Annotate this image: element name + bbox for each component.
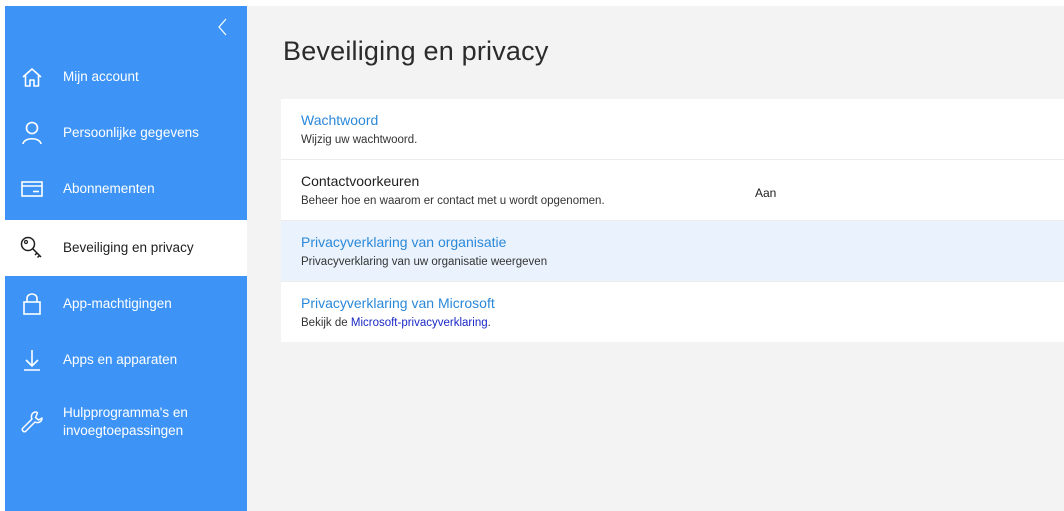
row-description: Privacyverklaring van uw organisatie wee…: [301, 256, 548, 268]
description-prefix: Bekijk de: [301, 317, 351, 329]
row-description: Bekijk de Microsoft-privacyverklaring.: [301, 317, 491, 329]
home-icon: [19, 64, 45, 90]
sidebar-item-label: Mijn account: [63, 69, 139, 84]
row-description: Wijzig uw wachtwoord.: [301, 134, 418, 146]
main-content: Beveiliging en privacy Wachtwoord Wijzig…: [247, 6, 1064, 511]
sidebar-item-label: Abonnementen: [63, 181, 155, 196]
settings-list: Wachtwoord Wijzig uw wachtwoord. Contact…: [281, 99, 1064, 342]
sidebar: Mijn account Persoonlijke gegevens Abonn…: [5, 6, 247, 511]
description-suffix: .: [487, 317, 491, 329]
list-item-privacyverklaring-organisatie[interactable]: Privacyverklaring van organisatie Privac…: [281, 221, 1064, 282]
row-description: Beheer hoe en waarom er contact met u wo…: [301, 195, 605, 207]
sidebar-item-persoonlijke-gegevens[interactable]: Persoonlijke gegevens: [5, 105, 247, 161]
chevron-left-icon[interactable]: [213, 16, 233, 38]
sidebar-item-app-machtigingen[interactable]: App-machtigingen: [5, 276, 247, 332]
wrench-icon: [19, 409, 45, 435]
person-icon: [19, 120, 45, 146]
sidebar-item-beveiliging-en-privacy[interactable]: Beveiliging en privacy: [5, 220, 247, 276]
sidebar-item-label: Apps en apparaten: [63, 352, 178, 367]
row-title-link[interactable]: Privacyverklaring van Microsoft: [301, 295, 495, 311]
card-icon: [19, 176, 45, 202]
lock-icon: [19, 291, 45, 317]
download-icon: [19, 347, 45, 373]
sidebar-item-label: App-machtigingen: [63, 296, 172, 311]
microsoft-privacy-link[interactable]: Microsoft-privacyverklaring: [351, 317, 488, 329]
row-title-link[interactable]: Privacyverklaring van organisatie: [301, 234, 506, 250]
sidebar-item-label: Persoonlijke gegevens: [63, 125, 199, 140]
status-value: Aan: [755, 186, 777, 200]
list-item-wachtwoord[interactable]: Wachtwoord Wijzig uw wachtwoord.: [281, 99, 1064, 160]
sidebar-item-label: Hulpprogramma's en invoegtoepassingen: [63, 405, 188, 438]
row-title: Contactvoorkeuren: [301, 173, 420, 189]
row-title-link[interactable]: Wachtwoord: [301, 112, 378, 128]
list-item-privacyverklaring-microsoft[interactable]: Privacyverklaring van Microsoft Bekijk d…: [281, 282, 1064, 342]
sidebar-item-mijn-account[interactable]: Mijn account: [5, 49, 247, 105]
sidebar-item-apps-en-apparaten[interactable]: Apps en apparaten: [5, 332, 247, 388]
list-item-contactvoorkeuren[interactable]: Contactvoorkeuren Beheer hoe en waarom e…: [281, 160, 1064, 221]
sidebar-item-label: Beveiliging en privacy: [63, 240, 194, 255]
sidebar-item-hulpprogrammas[interactable]: Hulpprogramma's en invoegtoepassingen: [5, 392, 247, 452]
page-title: Beveiliging en privacy: [283, 36, 549, 66]
sidebar-item-abonnementen[interactable]: Abonnementen: [5, 161, 247, 217]
key-icon: [19, 235, 45, 261]
